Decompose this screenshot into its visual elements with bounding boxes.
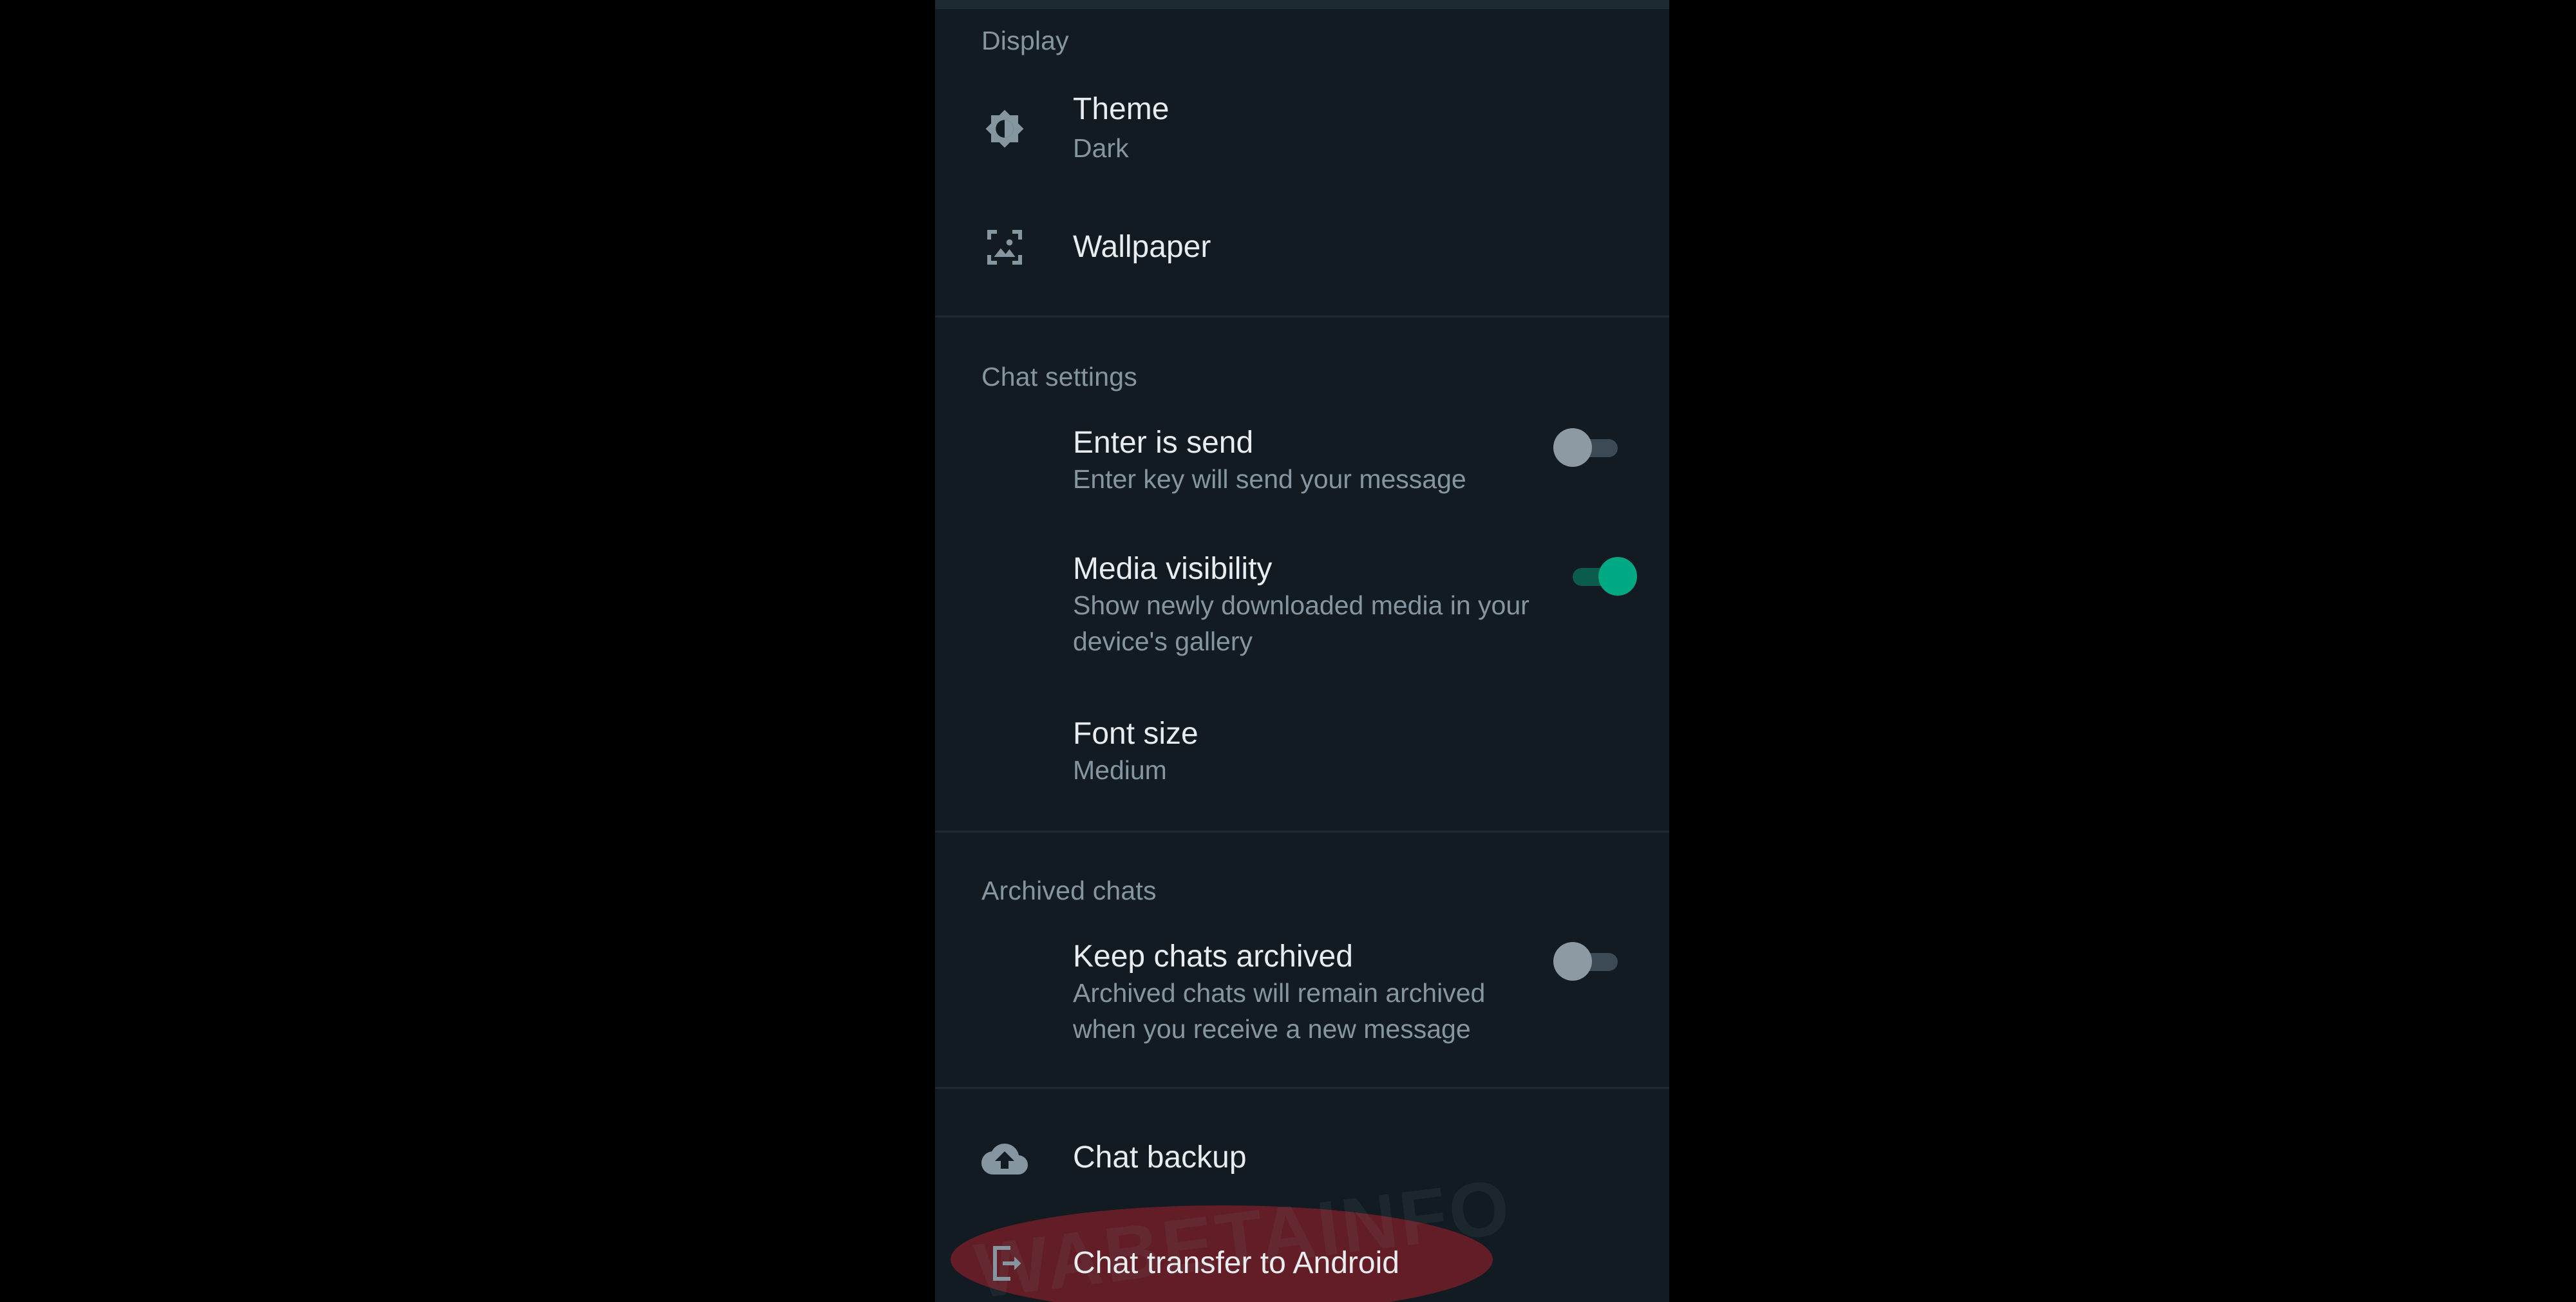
- font-size-value: Medium: [1073, 755, 1167, 785]
- toggle-thumb: [1553, 428, 1592, 467]
- toggle-thumb: [1553, 942, 1592, 981]
- keep-chats-archived-setting[interactable]: Keep chats archived Archived chats will …: [935, 927, 1669, 1056]
- theme-value: Dark: [1073, 133, 1129, 163]
- enter-is-send-toggle[interactable]: [1553, 428, 1624, 467]
- section-header-display: Display: [981, 26, 1069, 55]
- chat-transfer-title: Chat transfer to Android: [1073, 1246, 1399, 1280]
- brightness-icon: [981, 106, 1028, 152]
- section-header-chat-settings: Chat settings: [981, 362, 1137, 392]
- enter-is-send-setting[interactable]: Enter is send Enter key will send your m…: [935, 412, 1669, 509]
- enter-is-send-title: Enter is send: [1073, 426, 1254, 460]
- section-header-archived-chats: Archived chats: [981, 876, 1157, 905]
- keep-chats-archived-description: Archived chats will remain archived when…: [1073, 978, 1486, 1044]
- wallpaper-icon: [981, 224, 1028, 270]
- keep-chats-archived-toggle[interactable]: [1553, 942, 1624, 981]
- wallpaper-setting[interactable]: Wallpaper: [935, 193, 1669, 303]
- wallpaper-title: Wallpaper: [1073, 230, 1211, 264]
- font-size-title: Font size: [1073, 717, 1198, 751]
- section-divider: [935, 316, 1669, 317]
- media-visibility-description: Show newly downloaded media in your devi…: [1073, 590, 1530, 656]
- section-divider: [935, 831, 1669, 833]
- enter-is-send-description: Enter key will send your message: [1073, 464, 1466, 494]
- chat-transfer-setting[interactable]: Chat transfer to Android: [935, 1223, 1669, 1302]
- settings-screen: Display Theme Dark Wallpaper Chat settin…: [935, 0, 1669, 1302]
- chat-backup-title: Chat backup: [1073, 1140, 1247, 1175]
- section-divider: [935, 1087, 1669, 1089]
- theme-setting[interactable]: Theme Dark: [935, 77, 1669, 180]
- media-visibility-title: Media visibility: [1073, 552, 1273, 586]
- phone-transfer-icon: [981, 1240, 1028, 1287]
- media-visibility-setting[interactable]: Media visibility Show newly downloaded m…: [935, 541, 1669, 670]
- cloud-upload-icon: [981, 1136, 1028, 1182]
- app-bar-edge: [935, 0, 1669, 9]
- theme-title: Theme: [1073, 92, 1170, 126]
- font-size-setting[interactable]: Font size Medium: [935, 708, 1669, 805]
- media-visibility-toggle[interactable]: [1566, 557, 1637, 596]
- toggle-thumb: [1598, 557, 1637, 596]
- keep-chats-archived-title: Keep chats archived: [1073, 939, 1353, 974]
